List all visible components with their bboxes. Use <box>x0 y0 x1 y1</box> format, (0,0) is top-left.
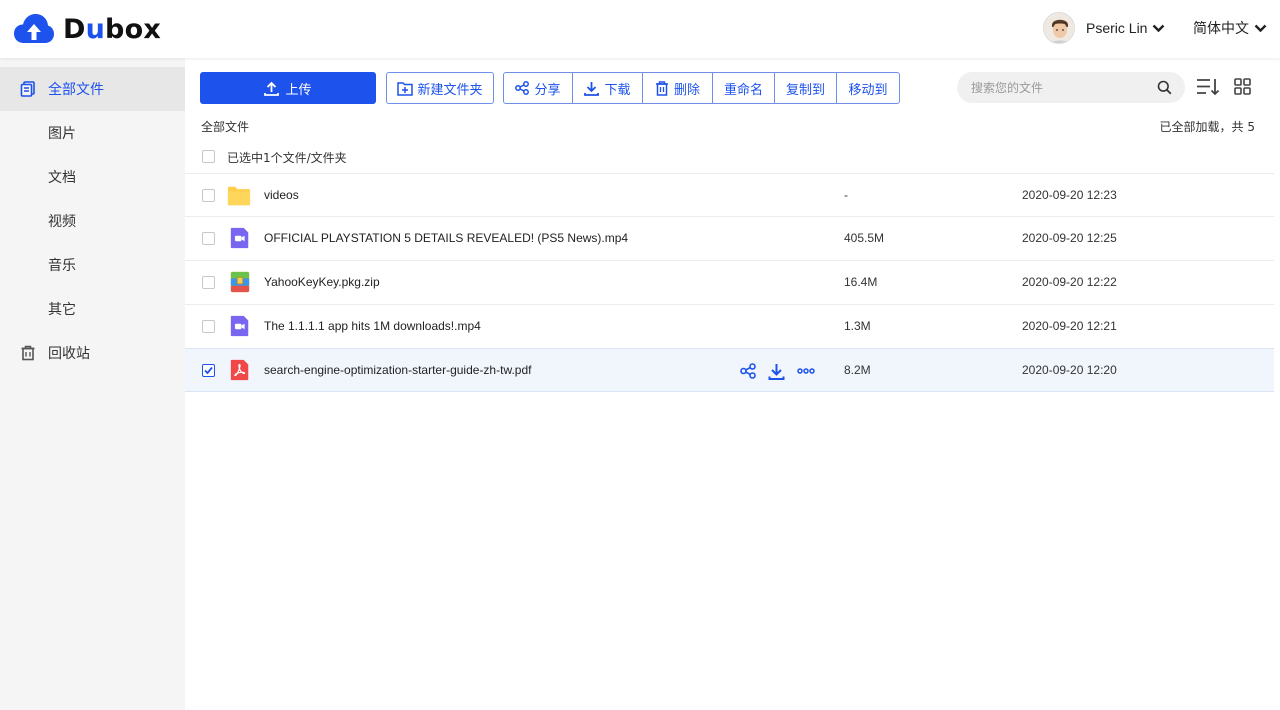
file-name[interactable]: YahooKeyKey.pkg.zip <box>264 275 380 289</box>
table-row[interactable]: YahooKeyKey.pkg.zip 16.4M 2020-09-20 12:… <box>185 260 1274 304</box>
sidebar-item-label: 视频 <box>48 214 76 230</box>
download-icon <box>584 81 600 96</box>
row-checkbox[interactable] <box>202 232 215 245</box>
file-name[interactable]: OFFICIAL PLAYSTATION 5 DETAILS REVEALED!… <box>264 231 628 245</box>
file-size: 8.2M <box>844 363 871 377</box>
share-icon <box>515 81 530 95</box>
user-menu[interactable]: Pseric Lin <box>1043 12 1165 44</box>
upload-button[interactable]: 上传 <box>200 72 376 104</box>
more-options-icon[interactable] <box>797 368 815 374</box>
file-date: 2020-09-20 12:22 <box>1022 275 1117 289</box>
upload-icon <box>264 81 280 96</box>
table-row[interactable]: videos - 2020-09-20 12:23 <box>185 173 1274 217</box>
file-name[interactable]: videos <box>264 188 299 202</box>
table-row[interactable]: The 1.1.1.1 app hits 1M downloads!.mp4 1… <box>185 304 1274 348</box>
trash-icon <box>21 345 35 361</box>
search-box <box>957 72 1185 103</box>
copy-to-label: 复制到 <box>785 82 825 98</box>
rename-button[interactable]: 重命名 <box>713 73 775 103</box>
archive-file-icon <box>230 271 250 293</box>
trash-icon <box>655 80 668 96</box>
download-icon[interactable] <box>768 363 785 380</box>
delete-label: 删除 <box>673 82 700 98</box>
copy-to-button[interactable]: 复制到 <box>775 73 837 103</box>
language-selector[interactable]: 简体中文 <box>1193 12 1267 44</box>
table-row[interactable]: search-engine-optimization-starter-guide… <box>185 348 1274 392</box>
brand-name: Dubox <box>63 13 161 45</box>
file-date: 2020-09-20 12:23 <box>1022 188 1117 202</box>
sidebar-item-recycle-bin[interactable]: 回收站 <box>0 331 185 375</box>
row-checkbox[interactable] <box>202 189 215 202</box>
language-label[interactable]: 简体中文 <box>1193 18 1249 38</box>
row-checkbox[interactable] <box>202 276 215 289</box>
rename-label: 重命名 <box>723 82 763 98</box>
pdf-file-icon <box>230 359 249 381</box>
sort-icon[interactable] <box>1196 77 1220 97</box>
load-status: 已全部加载，共 5 <box>1159 120 1255 134</box>
sidebar-item-label: 图片 <box>48 126 76 142</box>
download-button[interactable]: 下载 <box>573 73 643 103</box>
row-checkbox[interactable] <box>202 320 215 333</box>
sidebar-item-all-files[interactable]: 全部文件 <box>0 67 185 111</box>
file-date: 2020-09-20 12:21 <box>1022 319 1117 333</box>
new-folder-button[interactable]: 新建文件夹 <box>386 72 494 104</box>
search-input[interactable] <box>971 72 1151 103</box>
sidebar-item-label: 音乐 <box>48 258 76 274</box>
file-name[interactable]: The 1.1.1.1 app hits 1M downloads!.mp4 <box>264 319 481 333</box>
share-label: 分享 <box>534 82 561 98</box>
delete-button[interactable]: 删除 <box>643 73 713 103</box>
video-file-icon <box>230 315 249 337</box>
share-button[interactable]: 分享 <box>504 73 573 103</box>
file-name[interactable]: search-engine-optimization-starter-guide… <box>264 363 531 377</box>
folder-icon <box>227 186 251 206</box>
breadcrumb[interactable]: 全部文件 <box>201 118 249 135</box>
search-icon[interactable] <box>1157 80 1172 95</box>
sidebar-item-label: 其它 <box>48 302 76 318</box>
sidebar-item-other[interactable]: 其它 <box>0 287 185 331</box>
file-actions-group: 分享 下载 删除 重命名 复制到 移动到 <box>503 72 900 104</box>
file-size: 16.4M <box>844 275 878 289</box>
avatar[interactable] <box>1043 12 1075 44</box>
files-icon <box>20 81 35 97</box>
file-date: 2020-09-20 12:20 <box>1022 363 1117 377</box>
table-row[interactable]: OFFICIAL PLAYSTATION 5 DETAILS REVEALED!… <box>185 216 1274 260</box>
selection-count: 已选中1个文件/文件夹 <box>227 151 347 165</box>
checkmark-icon <box>204 366 213 375</box>
sidebar-item-images[interactable]: 图片 <box>0 111 185 155</box>
chevron-down-icon[interactable] <box>1254 24 1267 33</box>
user-name[interactable]: Pseric Lin <box>1086 20 1147 36</box>
video-file-icon <box>230 227 249 249</box>
move-to-button[interactable]: 移动到 <box>837 73 899 103</box>
sidebar-item-label: 回收站 <box>48 346 90 362</box>
share-icon[interactable] <box>740 363 756 379</box>
top-header: Dubox Pseric Lin 简体中文 <box>0 0 1280 58</box>
file-date: 2020-09-20 12:25 <box>1022 231 1117 245</box>
download-label: 下载 <box>604 82 631 98</box>
chevron-down-icon[interactable] <box>1152 24 1165 33</box>
sidebar: 全部文件 图片 文档 视频 音乐 其它 回收站 <box>0 58 185 710</box>
new-folder-label: 新建文件夹 <box>417 82 483 98</box>
avatar-face-icon <box>1044 13 1074 43</box>
sidebar-item-videos[interactable]: 视频 <box>0 199 185 243</box>
cloud-upload-logo-icon <box>14 14 54 43</box>
row-checkbox-checked[interactable] <box>202 364 215 377</box>
move-to-label: 移动到 <box>848 82 888 98</box>
row-actions <box>740 362 827 380</box>
select-all-checkbox[interactable] <box>202 150 215 163</box>
sidebar-item-documents[interactable]: 文档 <box>0 155 185 199</box>
file-size: 1.3M <box>844 319 871 333</box>
upload-label: 上传 <box>285 82 312 98</box>
sidebar-item-label: 文档 <box>48 170 76 186</box>
new-folder-icon <box>397 81 414 96</box>
grid-view-icon[interactable] <box>1234 78 1251 95</box>
sidebar-item-label: 全部文件 <box>48 82 104 98</box>
file-size: - <box>844 188 848 202</box>
logo[interactable]: Dubox <box>14 11 161 47</box>
file-size: 405.5M <box>844 231 885 245</box>
sidebar-item-music[interactable]: 音乐 <box>0 243 185 287</box>
